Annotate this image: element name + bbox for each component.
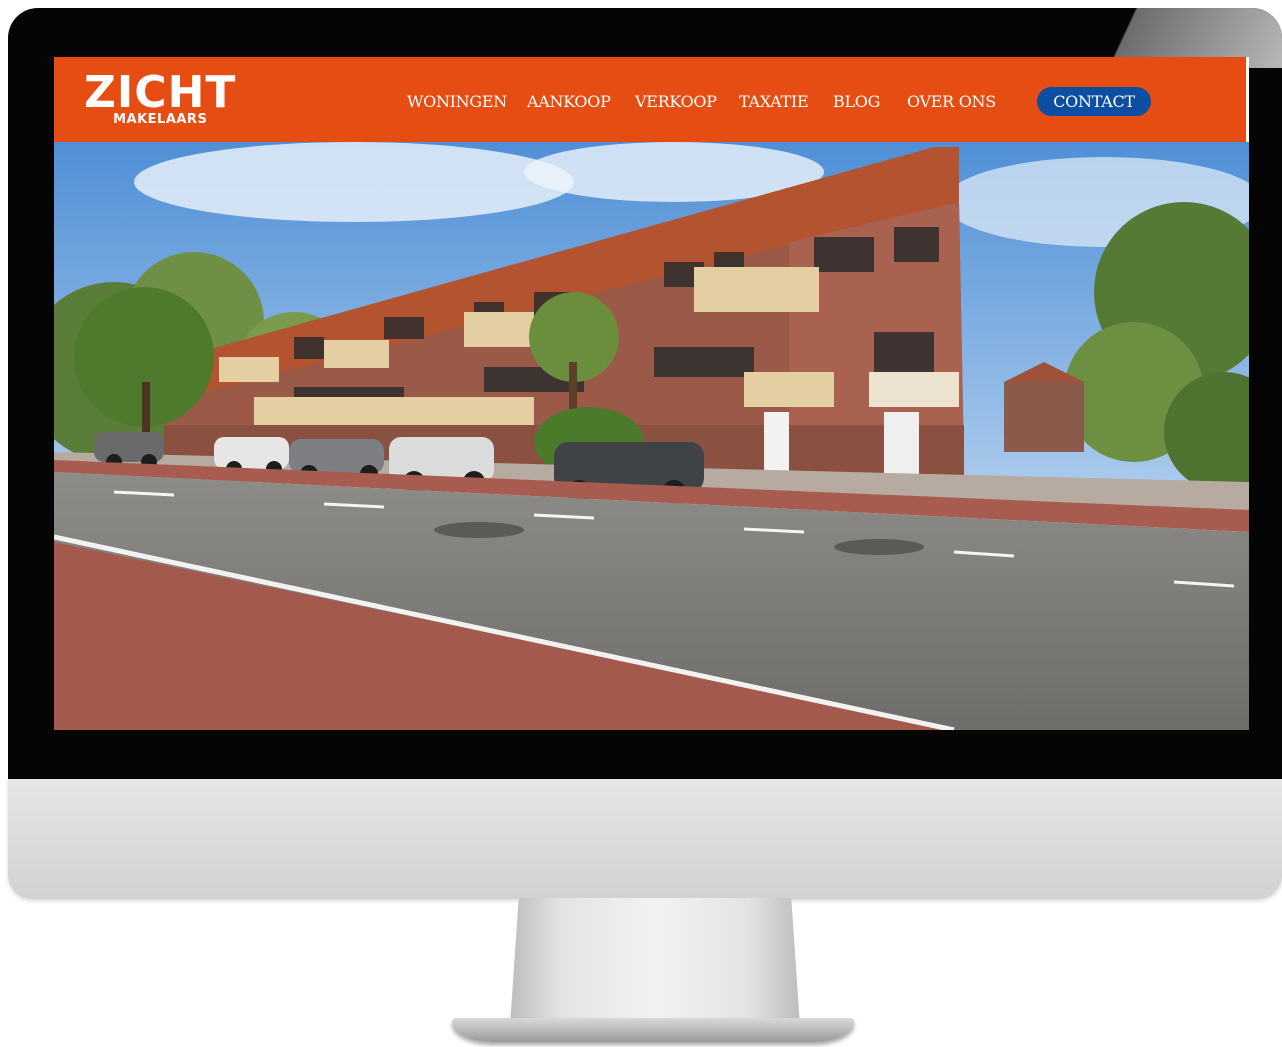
website-screen: ZICHT MAKELAARS WONINGEN AANKOOP VERKOOP… [54, 57, 1249, 730]
nav-verkoop[interactable]: VERKOOP [635, 87, 717, 117]
monitor-chin [8, 779, 1282, 899]
nav-taxatie[interactable]: TAXATIE [739, 87, 809, 117]
contact-button[interactable]: CONTACT [1037, 87, 1151, 116]
hero-image [54, 142, 1249, 730]
monitor-stand [510, 898, 800, 1026]
nav-over-ons[interactable]: OVER ONS [907, 87, 996, 117]
hero-photo-illustration [54, 142, 1249, 730]
site-header: ZICHT MAKELAARS WONINGEN AANKOOP VERKOOP… [54, 57, 1246, 142]
nav-aankoop[interactable]: AANKOOP [527, 87, 611, 117]
nav-blog[interactable]: BLOG [833, 87, 880, 117]
monitor-stand-base [452, 1018, 854, 1042]
nav-woningen[interactable]: WONINGEN [407, 87, 507, 117]
